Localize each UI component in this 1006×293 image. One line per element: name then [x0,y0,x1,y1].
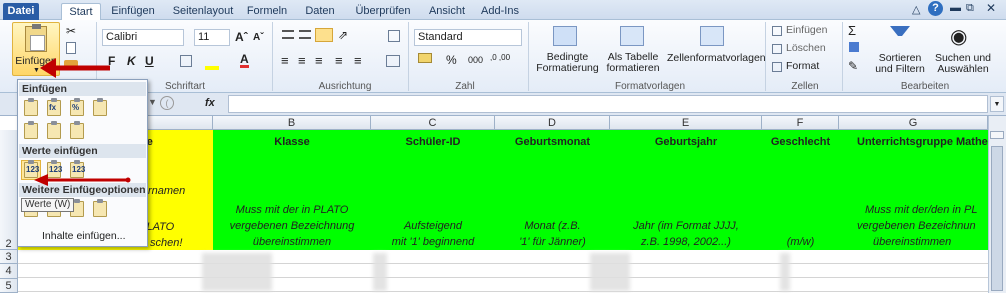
arrow-to-paste-button [40,58,110,78]
annotation-arrows [34,58,131,186]
arrow-to-values-button [34,174,131,186]
